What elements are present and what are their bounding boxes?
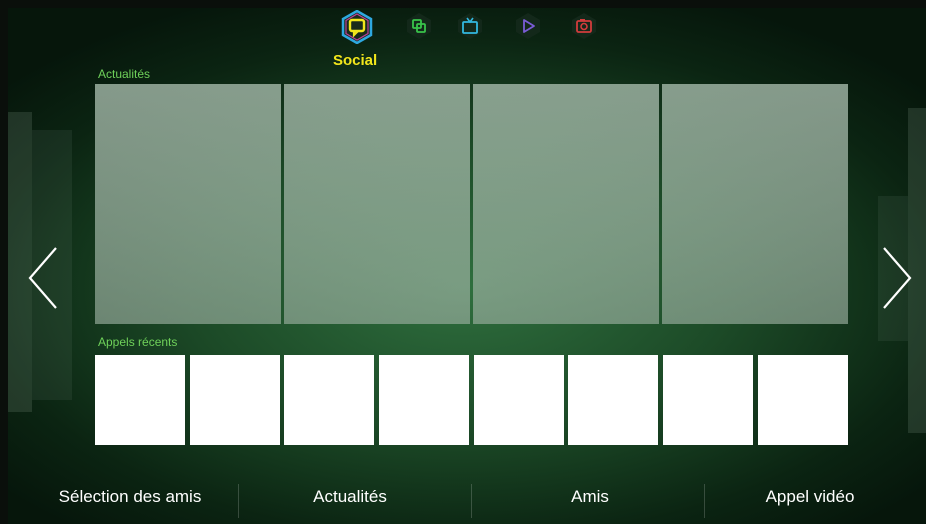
divider: [704, 484, 705, 518]
news-section-label: Actualités: [98, 67, 151, 81]
camera-icon[interactable]: [570, 12, 598, 40]
recent-call-tile[interactable]: [190, 355, 280, 445]
play-icon[interactable]: [514, 12, 542, 40]
apps-icon[interactable]: [405, 12, 433, 40]
recent-call-tile[interactable]: [284, 355, 374, 445]
news-button[interactable]: Actualités: [250, 472, 450, 522]
recent-call-tile[interactable]: [568, 355, 658, 445]
chevron-left-icon[interactable]: [26, 244, 60, 312]
divider: [471, 484, 472, 518]
news-tile[interactable]: [284, 84, 470, 324]
divider: [238, 484, 239, 518]
screen-frame-top: [0, 0, 926, 8]
recent-call-tile[interactable]: [379, 355, 469, 445]
friends-button[interactable]: Amis: [490, 472, 690, 522]
screen-frame-left: [0, 0, 8, 524]
friends-selection-button[interactable]: Sélection des amis: [30, 472, 230, 522]
recent-call-tile[interactable]: [474, 355, 564, 445]
bottom-menu: Sélection des amis Actualités Amis Appel…: [0, 472, 926, 522]
chevron-right-icon[interactable]: [880, 244, 914, 312]
news-tile[interactable]: [662, 84, 848, 324]
active-section-label: Social: [333, 52, 378, 69]
recent-call-tile[interactable]: [663, 355, 753, 445]
social-icon[interactable]: [340, 10, 374, 44]
video-call-button[interactable]: Appel vidéo: [710, 472, 910, 522]
top-navigation: Social: [0, 10, 926, 72]
tv-icon[interactable]: [456, 12, 484, 40]
recent-calls-section-label: Appels récents: [98, 335, 178, 349]
news-tile[interactable]: [473, 84, 659, 324]
recent-call-tile[interactable]: [95, 355, 185, 445]
news-tile[interactable]: [95, 84, 281, 324]
recent-call-tile[interactable]: [758, 355, 848, 445]
